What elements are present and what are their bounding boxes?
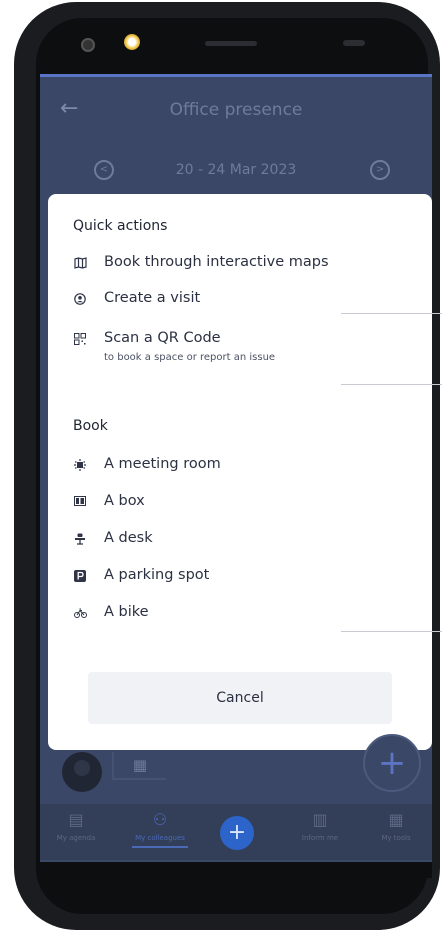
book-label: A parking spot xyxy=(104,567,210,583)
week-selector: < 20 - 24 Mar 2023 > xyxy=(40,160,432,186)
book-desk[interactable]: A desk xyxy=(73,530,413,552)
action-label: Create a visit xyxy=(104,290,201,306)
add-booking-icon[interactable]: + xyxy=(220,816,254,850)
book-label: A box xyxy=(104,493,145,509)
camera-flash xyxy=(124,34,140,50)
annotation-line xyxy=(341,631,442,632)
bike-icon xyxy=(73,607,87,621)
tab-my-agenda[interactable]: ▤ My agenda xyxy=(40,810,112,842)
add-fab-icon[interactable]: + xyxy=(363,734,421,792)
action-scan-qr-code[interactable]: Scan a QR Code to book a space or report… xyxy=(73,330,413,370)
box-icon xyxy=(73,496,87,510)
desk-icon xyxy=(73,533,87,547)
bottom-tab-bar: ▤ My agenda ⚇ My colleagues + ▥ Inform m… xyxy=(40,804,432,860)
action-sublabel: to book a space or report an issue xyxy=(104,352,276,363)
tab-label: My colleagues xyxy=(135,834,185,842)
bottom-area: ▦ + ▤ My agenda ⚇ My colleagues + ▥ Info… xyxy=(40,734,432,878)
book-label: A desk xyxy=(104,530,153,546)
action-book-interactive-maps[interactable]: Book through interactive maps xyxy=(73,254,413,276)
action-label: Scan a QR Code xyxy=(104,330,221,346)
book-meeting-room[interactable]: A meeting room xyxy=(73,456,413,478)
status-accent-line xyxy=(40,74,432,77)
tab-my-colleagues[interactable]: ⚇ My colleagues xyxy=(124,810,196,848)
app-header: ← Office presence xyxy=(40,90,432,130)
colleagues-icon: ⚇ xyxy=(152,810,168,829)
book-label: A bike xyxy=(104,604,149,620)
annotation-line xyxy=(341,384,442,385)
proximity-sensor xyxy=(343,40,365,46)
book-box[interactable]: A box xyxy=(73,493,413,515)
next-week-icon[interactable]: > xyxy=(370,160,390,180)
visitor-icon xyxy=(73,293,87,307)
office-icon: ▦ xyxy=(112,752,166,780)
tab-my-tools[interactable]: ▦ My tools xyxy=(360,810,432,842)
tab-label: Inform me xyxy=(301,834,339,842)
grid-icon: ▦ xyxy=(388,810,404,829)
qr-code-icon xyxy=(73,333,87,347)
front-camera xyxy=(81,38,95,52)
annotation-line xyxy=(341,313,442,314)
quick-actions-sheet: Quick actions Book through interactive m… xyxy=(48,194,432,750)
tab-label: My agenda xyxy=(56,834,96,842)
cancel-button[interactable]: Cancel xyxy=(88,672,392,724)
map-icon xyxy=(73,257,87,271)
book-label: A meeting room xyxy=(104,456,221,472)
tab-label: My tools xyxy=(381,834,411,842)
phone-chin xyxy=(40,862,432,878)
book-bike[interactable]: A bike xyxy=(73,604,413,626)
meeting-room-icon xyxy=(73,459,87,473)
book-parking-spot[interactable]: A parking spot xyxy=(73,567,413,589)
action-label: Book through interactive maps xyxy=(104,254,329,270)
action-create-visit[interactable]: Create a visit xyxy=(73,290,413,312)
tab-inform-me[interactable]: ▥ Inform me xyxy=(284,810,356,842)
parking-icon xyxy=(73,570,87,584)
book-title: Book xyxy=(73,418,108,434)
page-title: Office presence xyxy=(169,100,303,120)
quick-actions-title: Quick actions xyxy=(73,218,168,234)
avatar xyxy=(62,752,102,792)
building-icon: ▥ xyxy=(312,810,328,829)
calendar-icon: ▤ xyxy=(68,810,84,829)
earpiece-speaker xyxy=(205,41,257,46)
